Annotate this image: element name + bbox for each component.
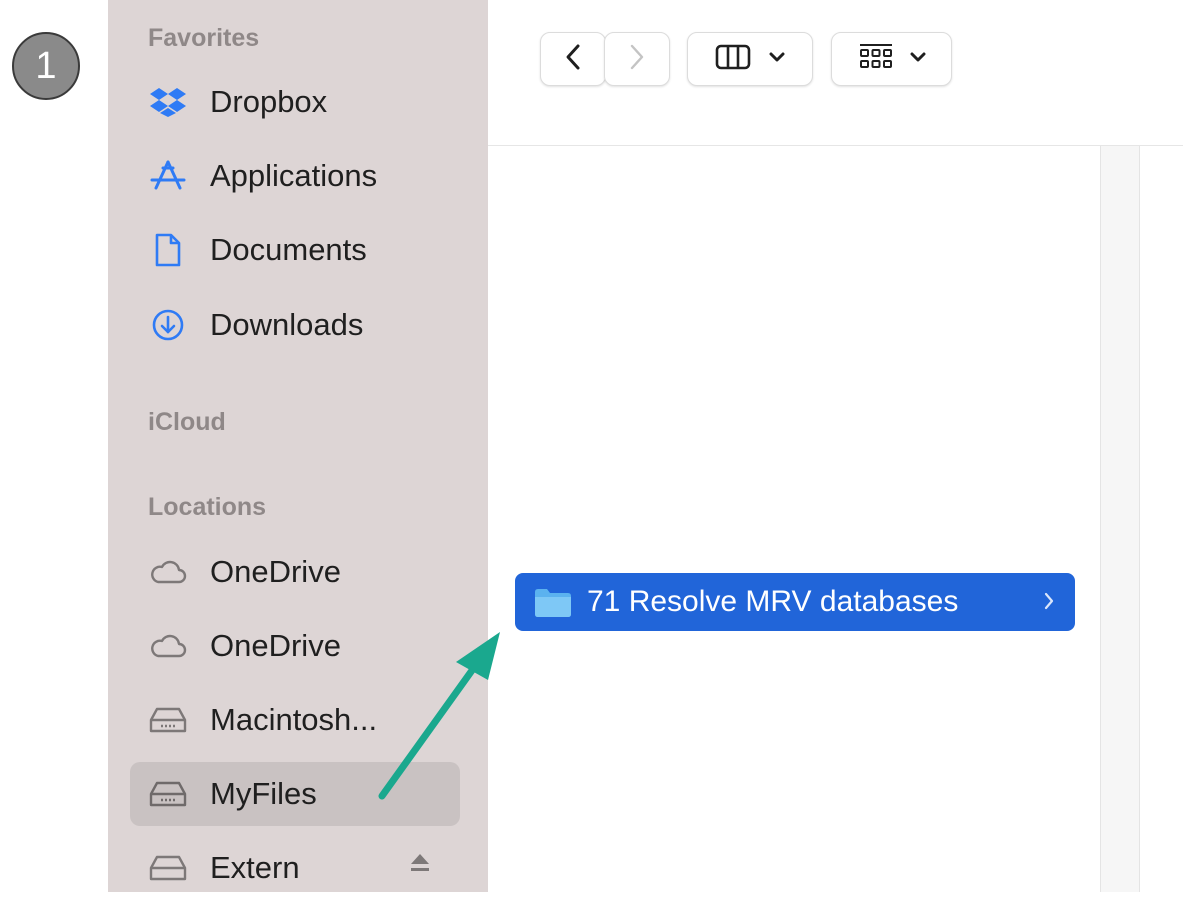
favorites-header: Favorites [148, 24, 260, 52]
back-button[interactable] [540, 32, 606, 86]
eject-icon[interactable] [410, 852, 430, 882]
chevron-right-icon [1043, 590, 1055, 617]
icon-grid-icon [858, 43, 894, 76]
cloud-icon [148, 552, 188, 592]
dropbox-icon [148, 82, 188, 122]
sidebar-item-label: Dropbox [210, 84, 328, 119]
applications-icon [148, 156, 188, 196]
forward-button[interactable] [604, 32, 670, 86]
step-number-badge: 1 [12, 32, 80, 100]
sidebar-item-extern[interactable]: Extern [130, 836, 460, 900]
sidebar-item-label: OneDrive [210, 554, 341, 589]
sidebar-item-label: MyFiles [210, 776, 317, 811]
locations-header[interactable]: Locations [148, 493, 266, 522]
folder-name: 71 Resolve MRV databases [587, 585, 959, 618]
sidebar-item-onedrive[interactable]: OneDrive [130, 540, 460, 604]
back-chevron-icon [564, 43, 582, 76]
sidebar-item-dropbox[interactable]: Dropbox [130, 70, 460, 134]
sidebar-item-applications[interactable]: Applications [130, 144, 460, 208]
column-divider[interactable] [1100, 146, 1140, 892]
sidebar-item-downloads[interactable]: Downloads [130, 293, 460, 357]
drive-icon [148, 848, 188, 888]
chevron-down-icon [910, 50, 926, 68]
columns-view-icon [715, 43, 751, 76]
sidebar-item-label: Downloads [210, 307, 364, 342]
drive-icon [148, 700, 188, 740]
sidebar-item-onedrive-2[interactable]: OneDrive [130, 614, 460, 678]
folder-icon [533, 586, 573, 618]
sidebar-item-label: Documents [210, 232, 367, 267]
sidebar-item-label: Extern [210, 850, 300, 885]
sidebar: Favorites Dropbox Applications Documents… [108, 0, 488, 892]
sidebar-item-label: Macintosh... [210, 702, 378, 737]
chevron-down-icon [769, 50, 785, 68]
sidebar-item-documents[interactable]: Documents [130, 218, 460, 282]
drive-icon [148, 774, 188, 814]
sidebar-item-label: OneDrive [210, 628, 341, 663]
sidebar-item-myfiles[interactable]: MyFiles [130, 762, 460, 826]
column-browser [488, 146, 1183, 892]
group-mode-dropdown[interactable] [831, 32, 952, 86]
view-mode-dropdown[interactable] [687, 32, 813, 86]
download-icon [148, 305, 188, 345]
cloud-icon [148, 626, 188, 666]
toolbar [488, 0, 1183, 146]
sidebar-item-label: Applications [210, 158, 378, 193]
icloud-header[interactable]: iCloud [148, 408, 226, 437]
sidebar-item-macintosh[interactable]: Macintosh... [130, 688, 460, 752]
folder-row-selected[interactable]: 71 Resolve MRV databases [515, 573, 1075, 631]
document-icon [148, 230, 188, 270]
forward-chevron-icon [628, 43, 646, 76]
